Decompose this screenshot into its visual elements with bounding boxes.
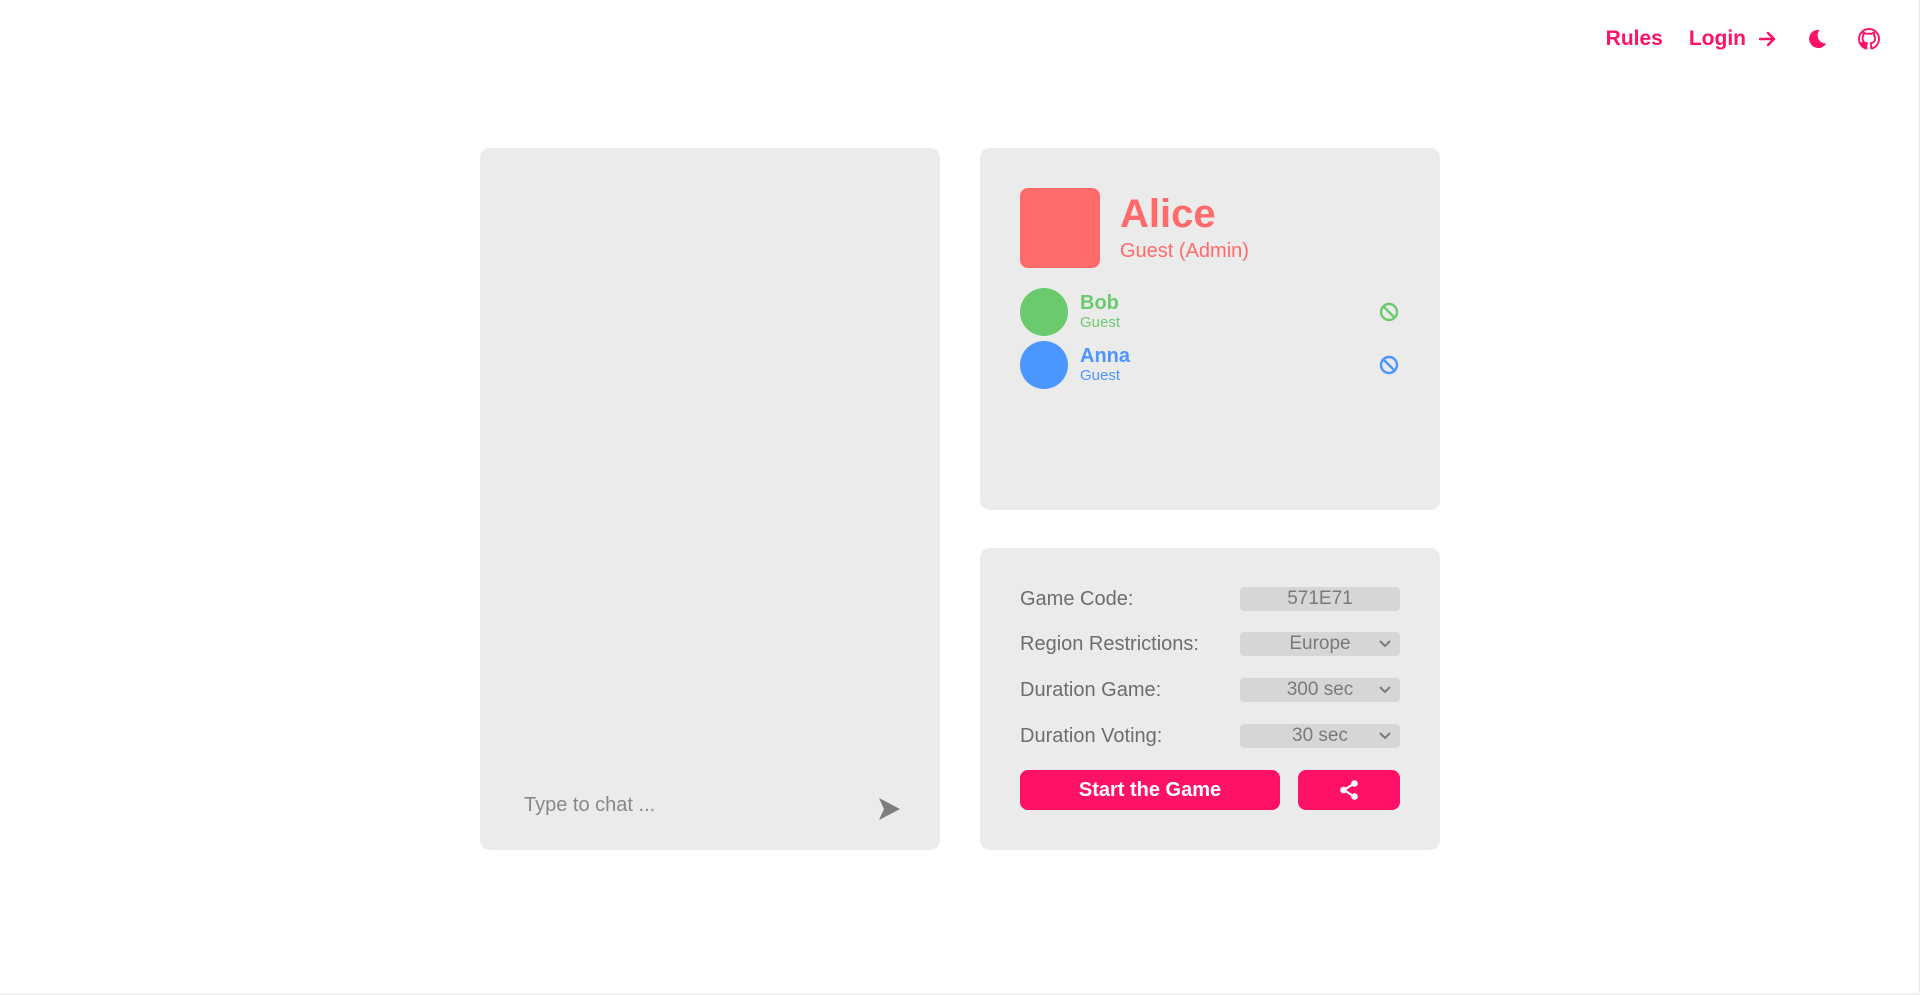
ban-icon [1379, 355, 1399, 375]
chevron-down-icon [1379, 686, 1391, 694]
chevron-down-icon [1379, 640, 1391, 648]
moon-icon[interactable] [1804, 26, 1830, 52]
start-game-button[interactable]: Start the Game [1020, 770, 1280, 810]
login-link[interactable]: Login [1689, 27, 1778, 51]
admin-player: Alice Guest (Admin) [1020, 188, 1249, 268]
player-role: Guest [1080, 367, 1121, 384]
game-code-value: 571E71 [1240, 587, 1400, 611]
top-navigation: Rules Login [1606, 26, 1882, 52]
avatar [1020, 188, 1100, 268]
share-button[interactable] [1298, 770, 1400, 810]
duration-voting-row: Duration Voting: 30 sec [1020, 723, 1400, 749]
region-select[interactable]: Europe [1240, 632, 1400, 656]
chat-input[interactable] [522, 784, 856, 826]
duration-game-select-value: 300 sec [1286, 679, 1354, 700]
game-code-row: Game Code: 571E71 [1020, 586, 1400, 612]
ban-icon [1379, 302, 1399, 322]
players-panel: Alice Guest (Admin) Bob Guest Anna Guest [980, 148, 1440, 510]
chevron-down-icon [1379, 732, 1391, 740]
share-icon [1340, 780, 1358, 800]
duration-game-select[interactable]: 300 sec [1240, 678, 1400, 702]
duration-voting-select[interactable]: 30 sec [1240, 724, 1400, 748]
kick-player-button[interactable] [1378, 354, 1400, 376]
player-name: Anna [1080, 345, 1130, 367]
duration-game-label: Duration Game: [1020, 678, 1162, 701]
game-code-label: Game Code: [1020, 587, 1134, 610]
avatar [1020, 341, 1068, 389]
arrow-right-icon [1758, 31, 1776, 47]
rules-link[interactable]: Rules [1606, 27, 1663, 51]
player-item: Bob Guest [1020, 288, 1400, 336]
chat-panel [480, 148, 940, 850]
duration-game-row: Duration Game: 300 sec [1020, 677, 1400, 703]
region-row: Region Restrictions: Europe [1020, 631, 1400, 657]
player-item: Anna Guest [1020, 341, 1400, 389]
duration-voting-select-value: 30 sec [1292, 725, 1348, 746]
admin-name: Alice [1120, 192, 1216, 236]
player-name: Bob [1080, 292, 1119, 314]
send-icon [879, 798, 900, 820]
admin-role: Guest (Admin) [1120, 240, 1249, 262]
github-icon[interactable] [1856, 26, 1882, 52]
region-select-value: Europe [1289, 633, 1351, 654]
region-label: Region Restrictions: [1020, 632, 1199, 655]
kick-player-button[interactable] [1378, 301, 1400, 323]
rules-link-label: Rules [1605, 27, 1663, 50]
send-button[interactable] [876, 796, 902, 822]
login-link-label: Login [1688, 27, 1746, 50]
game-settings-panel: Game Code: 571E71 Region Restrictions: E… [980, 548, 1440, 850]
player-role: Guest [1080, 314, 1121, 331]
duration-voting-label: Duration Voting: [1020, 724, 1163, 747]
avatar [1020, 288, 1068, 336]
